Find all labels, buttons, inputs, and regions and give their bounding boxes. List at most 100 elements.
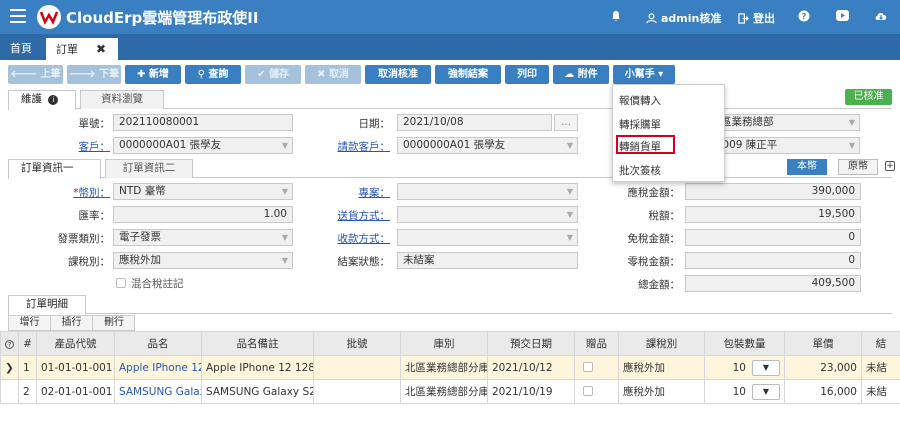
prev-record-button[interactable]: 🡐 上筆 — [8, 65, 63, 84]
bill-customer-field[interactable]: 0000000A01 張學友 ▼ — [397, 137, 578, 154]
help-column-header[interactable]: ? — [0, 331, 19, 356]
tax-type-field[interactable]: 應稅外加 ▼ — [113, 252, 293, 269]
product-name[interactable]: SAMSUNG Galaxy — [114, 379, 202, 404]
column-header[interactable]: 庫別 — [400, 331, 488, 356]
caret-down-icon[interactable]: ▼ — [752, 360, 780, 376]
table-row[interactable]: ❯ 1 01-01-01-001 Apple IPhone 12 Apple I… — [0, 355, 900, 380]
menu-item-batch-sign[interactable]: 批次簽核 — [619, 163, 661, 178]
customer-value: 0000000A01 張學友 — [119, 139, 222, 151]
qty-cell[interactable]: 10 ▼ — [704, 379, 785, 404]
close-status-field[interactable]: 未結案 — [397, 252, 578, 269]
column-header[interactable]: 贈品 — [574, 331, 619, 356]
youtube-icon[interactable] — [836, 10, 849, 21]
column-header[interactable]: 批號 — [313, 331, 401, 356]
unit-price[interactable]: 16,000 — [784, 379, 862, 404]
query-button[interactable]: ⚲ 查詢 — [185, 65, 241, 84]
invoice-type-field[interactable]: 電子發票 ▼ — [113, 229, 293, 246]
add-row-button[interactable]: 增行 — [9, 316, 51, 330]
total-field[interactable]: 409,500 — [685, 275, 861, 292]
gift-checkbox[interactable] — [583, 386, 593, 396]
hamburger-menu-icon[interactable] — [10, 9, 26, 23]
batch-no[interactable] — [313, 355, 401, 380]
warehouse[interactable]: 北區業務總部分庫 — [400, 355, 488, 380]
help-icon[interactable]: ? — [798, 10, 810, 22]
project-label[interactable]: 專案： — [330, 185, 391, 200]
tax-free-field[interactable]: 0 — [685, 229, 861, 246]
user-menu[interactable]: admin核准 — [646, 10, 721, 26]
order-no-field[interactable]: 202110080001 — [113, 114, 293, 131]
delivery-label[interactable]: 送貨方式： — [330, 208, 391, 223]
customer-label[interactable]: 客戶： — [60, 139, 111, 154]
column-header[interactable]: # — [18, 331, 37, 356]
cloud-download-icon[interactable] — [874, 10, 888, 21]
menu-item-to-purchase[interactable]: 轉採購單 — [619, 117, 661, 132]
tax-field[interactable]: 19,500 — [685, 206, 861, 223]
column-header[interactable]: 單價 — [784, 331, 862, 356]
gift-checkbox[interactable] — [583, 362, 593, 372]
product-code[interactable]: 01-01-01-001 — [36, 355, 115, 380]
payment-label[interactable]: 收款方式： — [330, 231, 391, 246]
product-note[interactable]: Apple IPhone 12 128G — [201, 355, 314, 380]
tab-home[interactable]: 首頁 — [0, 38, 42, 60]
column-header[interactable]: 預交日期 — [487, 331, 575, 356]
next-record-button[interactable]: 🡒 下筆 — [67, 65, 121, 84]
product-note[interactable]: SAMSUNG Galaxy S21 — [201, 379, 314, 404]
column-header[interactable]: 結 — [861, 331, 900, 356]
table-row[interactable]: 2 02-01-01-001 SAMSUNG Galaxy SAMSUNG Ga… — [0, 379, 900, 404]
rate-field[interactable]: 1.00 — [113, 206, 293, 223]
currency-label[interactable]: *幣別： — [55, 185, 110, 200]
date-picker-button[interactable]: ... — [554, 114, 578, 131]
tab-order-detail[interactable]: 訂單明細 — [8, 295, 86, 315]
project-field[interactable]: ▼ — [397, 183, 578, 200]
qty-cell[interactable]: 10 ▼ — [704, 355, 785, 380]
due-date[interactable]: 2021/10/19 — [487, 379, 575, 404]
customer-field[interactable]: 0000000A01 張學友 ▼ — [113, 137, 293, 154]
helper-dropdown-button[interactable]: 小幫手 ▾ — [613, 65, 675, 84]
print-button[interactable]: 列印 — [505, 65, 549, 84]
tab-info-2[interactable]: 訂單資訊二 — [105, 159, 193, 178]
logout-button[interactable]: 登出 — [738, 10, 775, 26]
delivery-field[interactable]: ▼ — [397, 206, 578, 223]
tax-type[interactable]: 應稅外加 — [618, 379, 705, 404]
due-date[interactable]: 2021/10/12 — [487, 355, 575, 380]
column-header[interactable]: 課稅別 — [618, 331, 705, 356]
product-code[interactable]: 02-01-01-001 — [36, 379, 115, 404]
product-name[interactable]: Apple IPhone 12 — [114, 355, 202, 380]
add-button[interactable]: ✚ 新增 — [125, 65, 181, 84]
save-button[interactable]: ✔ 儲存 — [245, 65, 301, 84]
department-field[interactable]: 區業務總部 ▼ — [715, 114, 860, 131]
local-currency-button[interactable]: 本幣 — [787, 159, 827, 175]
attachment-button[interactable]: ☁ 附件 — [553, 65, 609, 84]
batch-no[interactable] — [313, 379, 401, 404]
bell-icon[interactable] — [610, 10, 622, 22]
tab-browse[interactable]: 資料瀏覽 — [80, 90, 164, 109]
caret-down-icon[interactable]: ▼ — [752, 384, 780, 400]
bill-customer-label[interactable]: 請款客戶： — [330, 139, 391, 154]
mixed-tax-checkbox[interactable] — [116, 278, 126, 288]
warehouse[interactable]: 北區業務總部分庫 — [400, 379, 488, 404]
taxable-amount-field[interactable]: 390,000 — [685, 183, 861, 200]
zero-tax-field[interactable]: 0 — [685, 252, 861, 269]
payment-field[interactable]: ▼ — [397, 229, 578, 246]
column-header[interactable]: 品名 — [114, 331, 202, 356]
salesperson-field[interactable]: D09 陳正平 ▼ — [715, 137, 860, 154]
menu-item-quote-import[interactable]: 報價轉入 — [619, 93, 661, 108]
close-tab-icon[interactable]: ✖ — [96, 42, 106, 56]
cancel-button[interactable]: ✖ 取消 — [305, 65, 361, 84]
column-header[interactable]: 品名備註 — [201, 331, 314, 356]
column-header[interactable]: 包裝數量 — [704, 331, 785, 356]
date-field[interactable]: 2021/10/08 — [397, 114, 552, 131]
tab-maintain[interactable]: 維護 i — [8, 90, 76, 110]
original-currency-button[interactable]: 原幣 — [838, 159, 878, 175]
currency-field[interactable]: NTD 臺幣 ▼ — [113, 183, 293, 200]
expand-panel-icon[interactable]: + — [885, 161, 895, 171]
tab-order[interactable]: 訂單 ✖ — [46, 38, 118, 60]
insert-row-button[interactable]: 插行 — [51, 316, 93, 330]
force-close-button[interactable]: 強制結案 — [435, 65, 501, 84]
delete-row-button[interactable]: 刪行 — [93, 316, 135, 330]
tab-info-1[interactable]: 訂單資訊一 — [8, 159, 101, 179]
tax-type[interactable]: 應稅外加 — [618, 355, 705, 380]
column-header[interactable]: 產品代號 — [36, 331, 115, 356]
cancel-approve-button[interactable]: 取消核准 — [365, 65, 431, 84]
unit-price[interactable]: 23,000 — [784, 355, 862, 380]
